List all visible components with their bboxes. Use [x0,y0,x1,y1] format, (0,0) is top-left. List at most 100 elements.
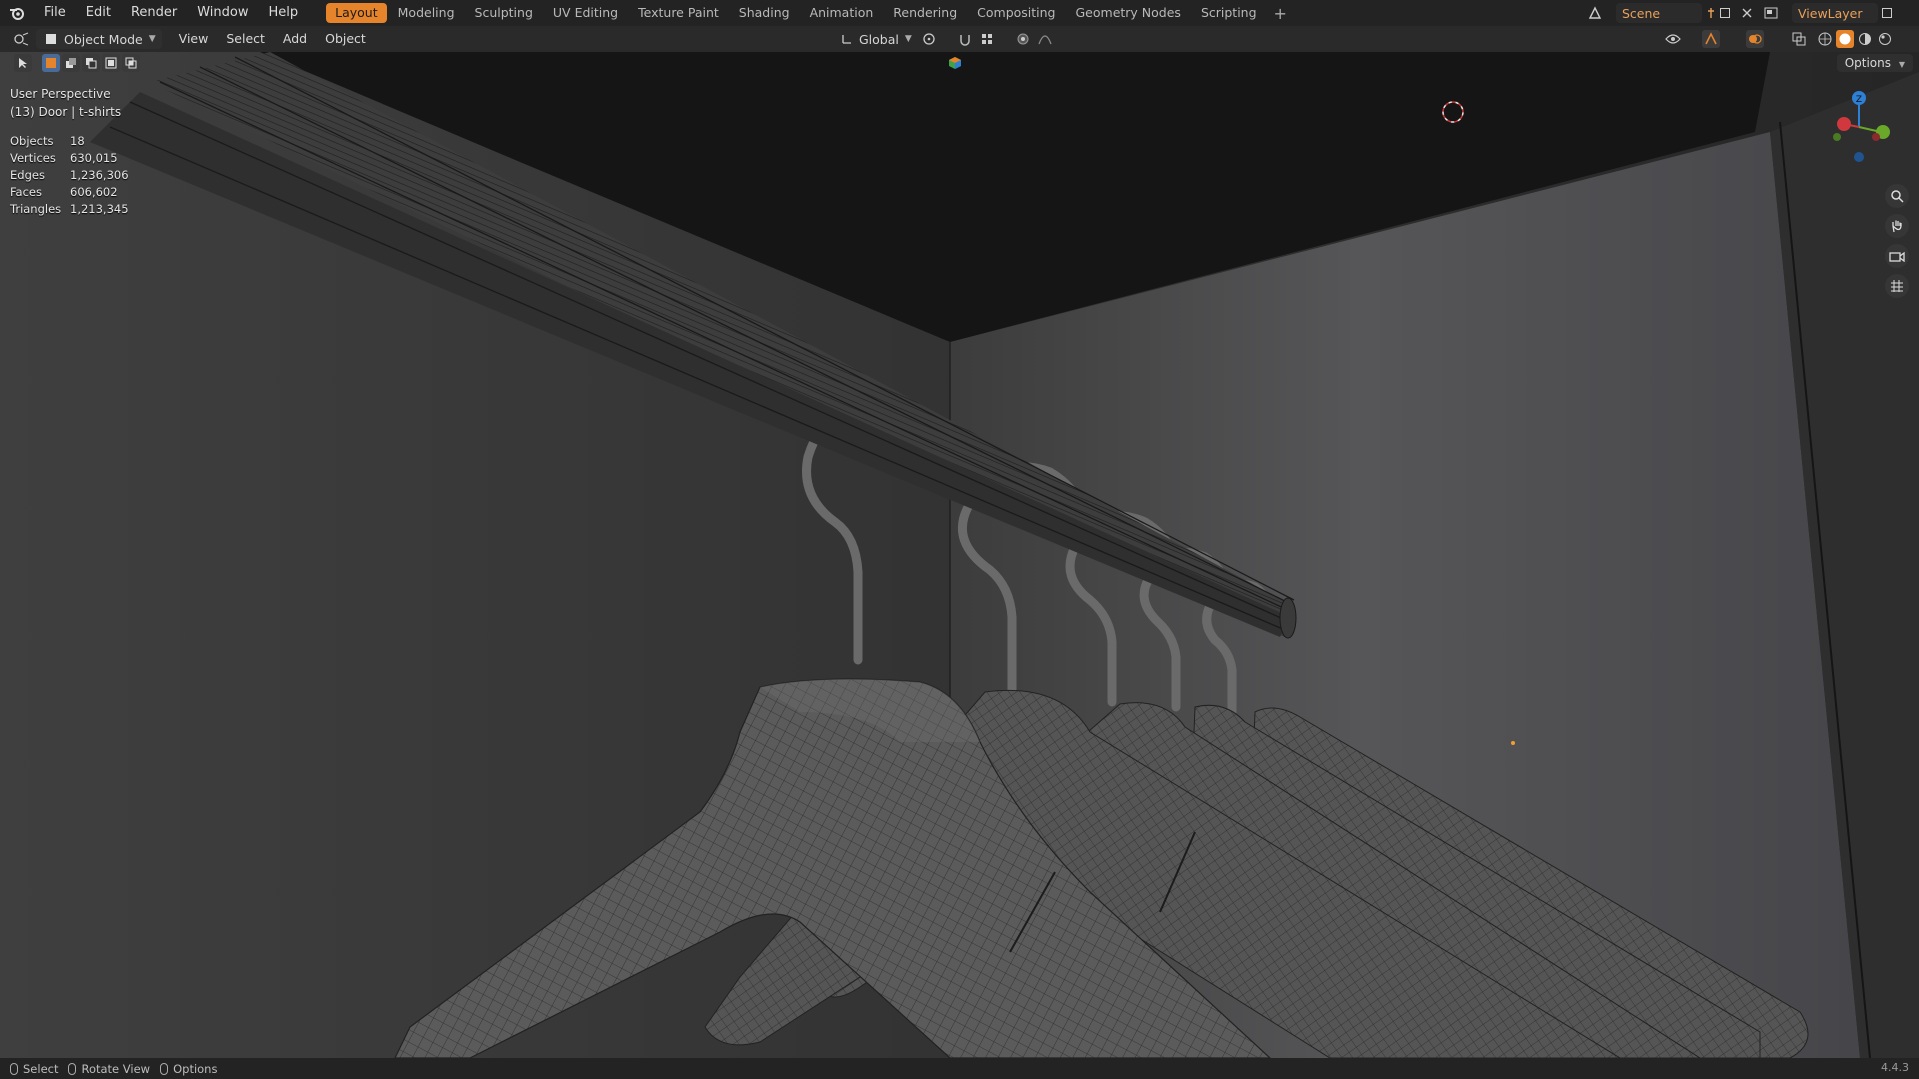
select-extend-button[interactable] [62,54,80,72]
stats-row: Edges 1,236,306 [10,166,129,183]
stats-value: 1,213,345 [70,201,129,216]
status-options-label: Options [173,1061,218,1076]
material-shading-icon[interactable] [1856,30,1874,48]
gizmo-cube-icon[interactable] [948,56,962,74]
select-extend-icon [66,58,76,68]
view-perspective-label: User Perspective [10,87,111,101]
menu-object[interactable]: Object [316,26,375,52]
axis-neg-y-icon[interactable] [1833,133,1841,141]
visibility-icon[interactable] [1664,30,1682,48]
scene-icon[interactable] [1586,4,1604,22]
axis-x-icon[interactable] [1837,117,1851,131]
tab-rendering[interactable]: Rendering [884,3,966,23]
camera-view-icon[interactable] [1885,244,1909,268]
chevron-down-icon: ▼ [148,34,156,44]
menu-render[interactable]: Render [121,0,187,26]
viewport-options-button[interactable]: Options ▼ [1836,54,1913,72]
add-workspace-icon[interactable]: + [1268,4,1293,23]
stats-key: Edges [10,167,45,182]
blender-logo-icon[interactable] [0,0,34,26]
stats-key: Vertices [10,150,56,165]
view-layer-selector[interactable]: ViewLayer [1792,3,1878,23]
stats-value: 1,236,306 [70,167,129,182]
status-rotate-label: Rotate View [81,1061,151,1076]
stats-key: Objects [10,133,54,148]
new-scene-icon[interactable] [1716,4,1734,22]
stats-row: Objects 18 [10,132,129,149]
zoom-icon[interactable] [1885,184,1909,208]
menu-view[interactable]: View [170,26,218,52]
transform-orientation[interactable]: Global ▼ [838,29,912,49]
select-invert-button[interactable] [102,54,120,72]
scene-statistics: Objects 18 Vertices 630,015 Edges 1,236,… [10,132,129,217]
stats-value: 630,015 [70,150,118,165]
menu-select[interactable]: Select [217,26,274,52]
select-intersect-button[interactable] [122,54,140,72]
mode-selector[interactable]: Object Mode ▼ [36,29,162,49]
top-bar: File Edit Render Window Help Layout Mode… [0,0,1919,26]
menu-edit[interactable]: Edit [76,0,121,26]
navigation-gizmo[interactable]: Z [1819,82,1899,162]
delete-scene-icon[interactable] [1738,4,1756,22]
wireframe-shading-icon[interactable] [1816,30,1834,48]
menu-help[interactable]: Help [259,0,309,26]
stats-key: Triangles [10,201,62,216]
axis-neg-z-icon[interactable] [1854,152,1864,162]
menu-window[interactable]: Window [187,0,258,26]
new-view-layer-icon[interactable] [1878,4,1896,22]
falloff-icon[interactable] [1036,30,1054,48]
gizmo-toggle-icon[interactable] [1702,30,1720,48]
editor-type-icon[interactable] [12,30,30,48]
mouse-middle-icon [68,1062,77,1075]
object-origin [1511,741,1515,745]
scene-selector[interactable]: Scene [1616,3,1702,23]
chevron-down-icon: ▼ [904,34,912,44]
stats-row: Triangles 1,213,345 [10,200,129,217]
snap-icon[interactable] [956,30,974,48]
status-select-label: Select [23,1061,59,1076]
pivot-icon[interactable] [920,30,938,48]
mode-label: Object Mode [64,31,143,47]
grid-view-icon[interactable] [1885,274,1909,298]
menu-add[interactable]: Add [274,26,316,52]
3d-viewport[interactable]: User Perspective (13) Door | t-shirts Ob… [0,52,1919,1058]
view-layer-name: ViewLayer [1798,5,1863,21]
proportional-edit-icon[interactable] [1014,30,1032,48]
tab-geometry-nodes[interactable]: Geometry Nodes [1067,3,1190,23]
select-subtract-icon [86,58,97,69]
cursor-icon [19,58,27,68]
tab-modeling[interactable]: Modeling [389,3,464,23]
solid-shading-icon[interactable] [1836,30,1854,48]
tab-sculpting[interactable]: Sculpting [466,3,542,23]
xray-icon[interactable] [1790,30,1808,48]
select-tool-button[interactable] [14,54,32,72]
active-object-label: (13) Door | t-shirts [10,105,122,119]
axis-neg-x-icon[interactable] [1872,133,1880,141]
stats-row: Vertices 630,015 [10,149,129,166]
mouse-left-icon [10,1062,18,1075]
overlays-icon[interactable] [1746,30,1764,48]
tab-layout[interactable]: Layout [326,3,387,23]
tab-texture-paint[interactable]: Texture Paint [629,3,728,23]
select-mode-toolbar [14,54,140,72]
status-select: Select [10,1062,58,1076]
select-box-icon [46,58,56,68]
object-mode-icon [42,30,60,48]
tab-scripting[interactable]: Scripting [1192,3,1266,23]
tab-compositing[interactable]: Compositing [968,3,1064,23]
stats-key: Faces [10,184,42,199]
status-bar: Select Rotate View Options 4.4.3 [0,1058,1919,1079]
view-layer-icon[interactable] [1762,4,1780,22]
select-subtract-button[interactable] [82,54,100,72]
snap-target-icon[interactable] [978,30,996,48]
chevron-down-icon: ▼ [1898,60,1905,69]
select-new-button[interactable] [42,54,60,72]
pan-hand-icon[interactable] [1885,214,1909,238]
scene-name: Scene [1622,5,1661,21]
tab-animation[interactable]: Animation [801,3,883,23]
tab-shading[interactable]: Shading [730,3,799,23]
orientation-label: Global [859,31,899,47]
tab-uv-editing[interactable]: UV Editing [544,3,627,23]
rendered-shading-icon[interactable] [1876,30,1894,48]
menu-file[interactable]: File [34,0,76,26]
